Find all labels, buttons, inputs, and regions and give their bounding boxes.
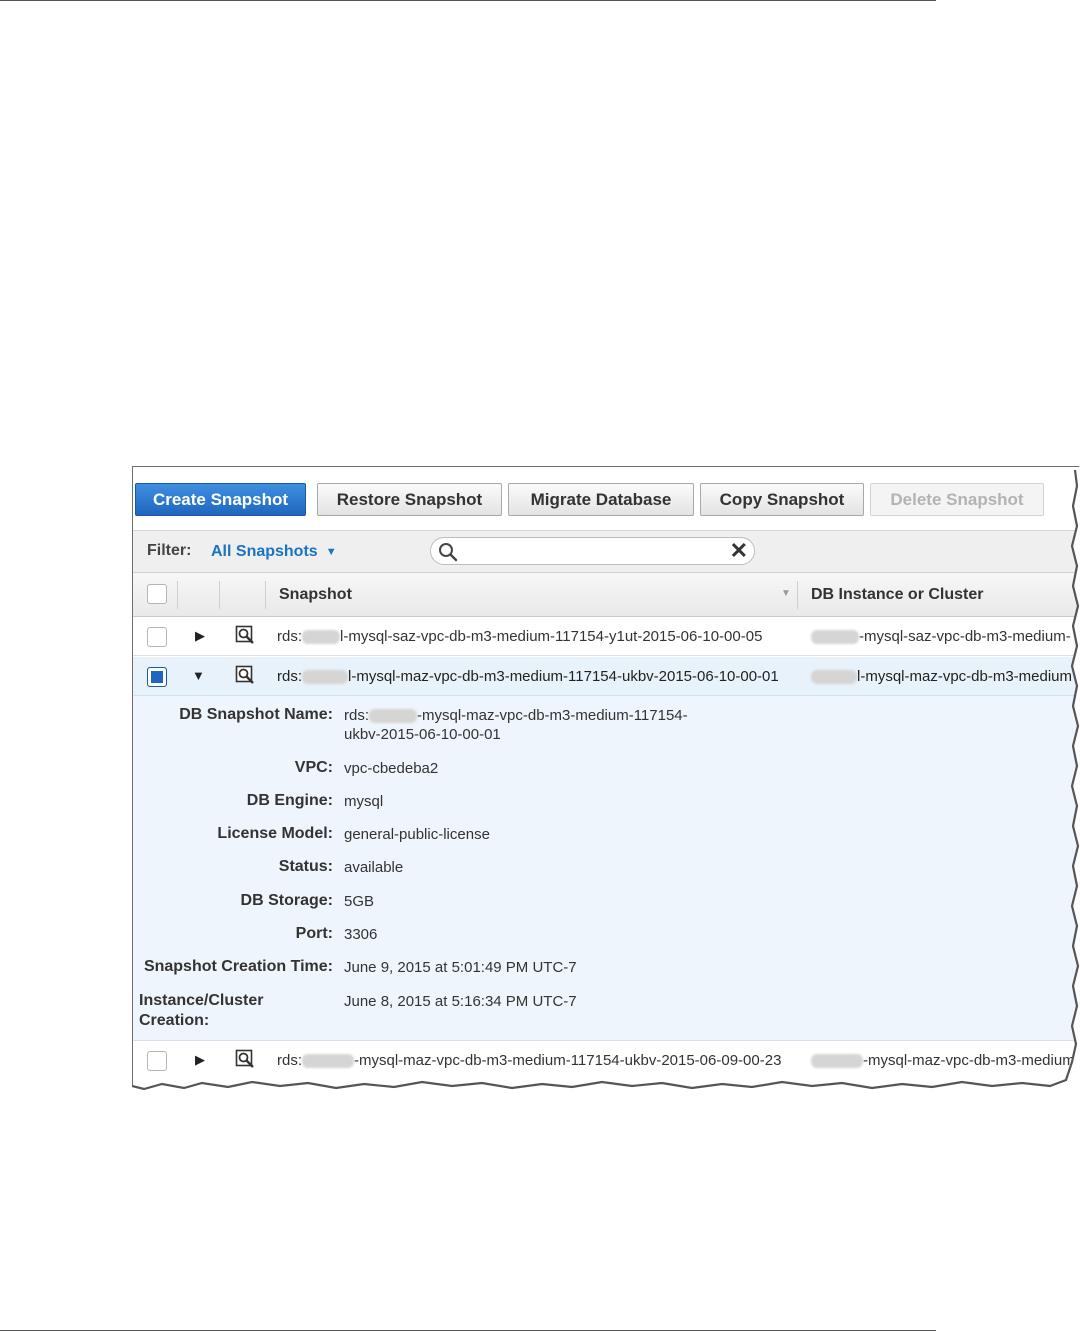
page-bottom-rule (0, 1330, 936, 1331)
screenshot-frame: Create Snapshot Restore Snapshot Migrate… (132, 466, 1080, 1094)
torn-edge-decoration (132, 466, 1080, 1094)
page-top-rule (0, 0, 936, 1)
